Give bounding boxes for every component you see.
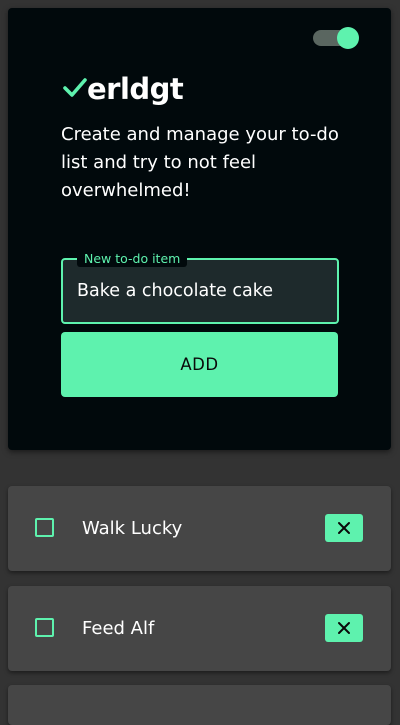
todo-item-partial <box>8 685 391 725</box>
checkmark-icon <box>63 78 87 97</box>
todo-text: Feed Alf <box>82 618 155 639</box>
todo-item: Walk Lucky <box>8 486 391 571</box>
delete-todo-button[interactable] <box>325 514 363 542</box>
hero-panel: erldgt Create and manage your to-do list… <box>8 8 391 450</box>
brand-name: erldgt <box>87 72 184 106</box>
new-todo-input[interactable] <box>63 260 337 322</box>
close-icon <box>338 622 350 634</box>
todo-item: Feed Alf <box>8 586 391 671</box>
logo: erldgt <box>62 68 184 108</box>
delete-todo-button[interactable] <box>325 614 363 642</box>
new-todo-field: New to-do item <box>61 251 339 324</box>
toggle-thumb <box>337 27 359 49</box>
todo-checkbox[interactable] <box>35 618 54 637</box>
todo-text: Walk Lucky <box>82 518 183 539</box>
todo-checkbox[interactable] <box>35 518 54 537</box>
theme-toggle[interactable] <box>313 27 359 49</box>
add-button[interactable]: ADD <box>61 332 338 397</box>
tagline: Create and manage your to-do list and tr… <box>61 124 339 201</box>
close-icon <box>338 522 350 534</box>
